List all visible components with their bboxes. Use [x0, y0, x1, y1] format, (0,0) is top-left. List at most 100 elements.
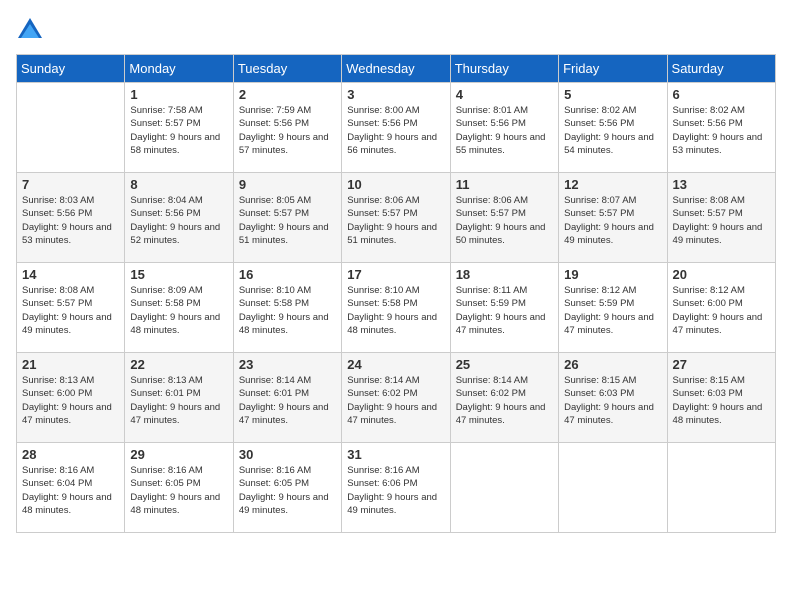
day-info: Sunrise: 8:12 AMSunset: 5:59 PMDaylight:…: [564, 284, 661, 337]
day-info: Sunrise: 8:08 AMSunset: 5:57 PMDaylight:…: [22, 284, 119, 337]
day-number: 12: [564, 177, 661, 192]
day-cell: 13Sunrise: 8:08 AMSunset: 5:57 PMDayligh…: [667, 173, 775, 263]
header-row: SundayMondayTuesdayWednesdayThursdayFrid…: [17, 55, 776, 83]
day-info: Sunrise: 8:04 AMSunset: 5:56 PMDaylight:…: [130, 194, 227, 247]
col-header-monday: Monday: [125, 55, 233, 83]
logo: [16, 16, 48, 44]
day-cell: [17, 83, 125, 173]
day-number: 10: [347, 177, 444, 192]
day-cell: 2 Sunrise: 7:59 AMSunset: 5:56 PMDaylight…: [233, 83, 341, 173]
day-cell: 14 Sunrise: 8:08 AMSunset: 5:57 PMDayligh…: [17, 263, 125, 353]
page-header: [16, 16, 776, 44]
day-info: Sunrise: 8:16 AMSunset: 6:04 PMDaylight:…: [22, 464, 119, 517]
day-cell: [450, 443, 558, 533]
day-number: 21: [22, 357, 119, 372]
day-cell: 12 Sunrise: 8:07 AMSunset: 5:57 PMDayligh…: [559, 173, 667, 263]
day-info: Sunrise: 8:16 AMSunset: 6:06 PMDaylight:…: [347, 464, 444, 517]
day-cell: 9Sunrise: 8:05 AMSunset: 5:57 PMDaylight…: [233, 173, 341, 263]
col-header-tuesday: Tuesday: [233, 55, 341, 83]
day-cell: 21 Sunrise: 8:13 AMSunset: 6:00 PMDayligh…: [17, 353, 125, 443]
day-info: Sunrise: 8:09 AMSunset: 5:58 PMDaylight:…: [130, 284, 227, 337]
day-cell: [667, 443, 775, 533]
day-number: 18: [456, 267, 553, 282]
day-number: 9: [239, 177, 336, 192]
day-info: Sunrise: 8:15 AMSunset: 6:03 PMDaylight:…: [564, 374, 661, 427]
day-cell: 25 Sunrise: 8:14 AMSunset: 6:02 PMDayligh…: [450, 353, 558, 443]
day-info: Sunrise: 8:00 AMSunset: 5:56 PMDaylight:…: [347, 104, 444, 157]
day-cell: 1 Sunrise: 7:58 AMSunset: 5:57 PMDaylight…: [125, 83, 233, 173]
day-number: 3: [347, 87, 444, 102]
day-cell: 11 Sunrise: 8:06 AMSunset: 5:57 PMDayligh…: [450, 173, 558, 263]
day-number: 14: [22, 267, 119, 282]
day-info: Sunrise: 8:06 AMSunset: 5:57 PMDaylight:…: [456, 194, 553, 247]
day-number: 30: [239, 447, 336, 462]
day-number: 20: [673, 267, 770, 282]
day-number: 31: [347, 447, 444, 462]
day-cell: 5 Sunrise: 8:02 AMSunset: 5:56 PMDaylight…: [559, 83, 667, 173]
day-number: 25: [456, 357, 553, 372]
day-info: Sunrise: 8:06 AMSunset: 5:57 PMDaylight:…: [347, 194, 444, 247]
week-row-4: 21 Sunrise: 8:13 AMSunset: 6:00 PMDayligh…: [17, 353, 776, 443]
day-cell: 22 Sunrise: 8:13 AMSunset: 6:01 PMDayligh…: [125, 353, 233, 443]
day-info: Sunrise: 8:15 AMSunset: 6:03 PMDaylight:…: [673, 374, 770, 427]
day-cell: 26 Sunrise: 8:15 AMSunset: 6:03 PMDayligh…: [559, 353, 667, 443]
day-info: Sunrise: 8:13 AMSunset: 6:01 PMDaylight:…: [130, 374, 227, 427]
day-cell: 20 Sunrise: 8:12 AMSunset: 6:00 PMDayligh…: [667, 263, 775, 353]
col-header-saturday: Saturday: [667, 55, 775, 83]
day-number: 4: [456, 87, 553, 102]
day-cell: 8 Sunrise: 8:04 AMSunset: 5:56 PMDaylight…: [125, 173, 233, 263]
day-info: Sunrise: 8:02 AMSunset: 5:56 PMDaylight:…: [673, 104, 770, 157]
day-cell: 19 Sunrise: 8:12 AMSunset: 5:59 PMDayligh…: [559, 263, 667, 353]
day-number: 15: [130, 267, 227, 282]
week-row-5: 28Sunrise: 8:16 AMSunset: 6:04 PMDayligh…: [17, 443, 776, 533]
day-number: 26: [564, 357, 661, 372]
day-cell: 6 Sunrise: 8:02 AMSunset: 5:56 PMDaylight…: [667, 83, 775, 173]
week-row-3: 14 Sunrise: 8:08 AMSunset: 5:57 PMDayligh…: [17, 263, 776, 353]
day-info: Sunrise: 8:14 AMSunset: 6:02 PMDaylight:…: [456, 374, 553, 427]
week-row-1: 1 Sunrise: 7:58 AMSunset: 5:57 PMDaylight…: [17, 83, 776, 173]
day-number: 24: [347, 357, 444, 372]
day-cell: 27 Sunrise: 8:15 AMSunset: 6:03 PMDayligh…: [667, 353, 775, 443]
day-info: Sunrise: 8:16 AMSunset: 6:05 PMDaylight:…: [239, 464, 336, 517]
day-number: 1: [130, 87, 227, 102]
day-info: Sunrise: 8:14 AMSunset: 6:02 PMDaylight:…: [347, 374, 444, 427]
day-info: Sunrise: 8:10 AMSunset: 5:58 PMDaylight:…: [239, 284, 336, 337]
day-info: Sunrise: 8:08 AMSunset: 5:57 PMDaylight:…: [673, 194, 770, 247]
day-number: 11: [456, 177, 553, 192]
day-cell: 23Sunrise: 8:14 AMSunset: 6:01 PMDayligh…: [233, 353, 341, 443]
day-cell: 3 Sunrise: 8:00 AMSunset: 5:56 PMDaylight…: [342, 83, 450, 173]
day-info: Sunrise: 7:58 AMSunset: 5:57 PMDaylight:…: [130, 104, 227, 157]
calendar-table: SundayMondayTuesdayWednesdayThursdayFrid…: [16, 54, 776, 533]
day-cell: 10 Sunrise: 8:06 AMSunset: 5:57 PMDayligh…: [342, 173, 450, 263]
logo-icon: [16, 16, 44, 44]
day-cell: 31 Sunrise: 8:16 AMSunset: 6:06 PMDayligh…: [342, 443, 450, 533]
day-info: Sunrise: 8:11 AMSunset: 5:59 PMDaylight:…: [456, 284, 553, 337]
day-number: 19: [564, 267, 661, 282]
day-number: 5: [564, 87, 661, 102]
day-number: 27: [673, 357, 770, 372]
day-info: Sunrise: 8:01 AMSunset: 5:56 PMDaylight:…: [456, 104, 553, 157]
week-row-2: 7 Sunrise: 8:03 AMSunset: 5:56 PMDaylight…: [17, 173, 776, 263]
day-cell: 17Sunrise: 8:10 AMSunset: 5:58 PMDayligh…: [342, 263, 450, 353]
day-cell: 16Sunrise: 8:10 AMSunset: 5:58 PMDayligh…: [233, 263, 341, 353]
day-number: 2: [239, 87, 336, 102]
day-info: Sunrise: 7:59 AMSunset: 5:56 PMDaylight:…: [239, 104, 336, 157]
day-cell: 24 Sunrise: 8:14 AMSunset: 6:02 PMDayligh…: [342, 353, 450, 443]
day-number: 8: [130, 177, 227, 192]
day-cell: [559, 443, 667, 533]
day-cell: 28Sunrise: 8:16 AMSunset: 6:04 PMDayligh…: [17, 443, 125, 533]
day-info: Sunrise: 8:14 AMSunset: 6:01 PMDaylight:…: [239, 374, 336, 427]
day-cell: 29Sunrise: 8:16 AMSunset: 6:05 PMDayligh…: [125, 443, 233, 533]
day-info: Sunrise: 8:03 AMSunset: 5:56 PMDaylight:…: [22, 194, 119, 247]
day-number: 7: [22, 177, 119, 192]
day-info: Sunrise: 8:07 AMSunset: 5:57 PMDaylight:…: [564, 194, 661, 247]
day-info: Sunrise: 8:16 AMSunset: 6:05 PMDaylight:…: [130, 464, 227, 517]
day-info: Sunrise: 8:13 AMSunset: 6:00 PMDaylight:…: [22, 374, 119, 427]
day-number: 6: [673, 87, 770, 102]
day-info: Sunrise: 8:12 AMSunset: 6:00 PMDaylight:…: [673, 284, 770, 337]
day-cell: 18 Sunrise: 8:11 AMSunset: 5:59 PMDayligh…: [450, 263, 558, 353]
day-info: Sunrise: 8:02 AMSunset: 5:56 PMDaylight:…: [564, 104, 661, 157]
day-info: Sunrise: 8:10 AMSunset: 5:58 PMDaylight:…: [347, 284, 444, 337]
day-number: 22: [130, 357, 227, 372]
col-header-wednesday: Wednesday: [342, 55, 450, 83]
